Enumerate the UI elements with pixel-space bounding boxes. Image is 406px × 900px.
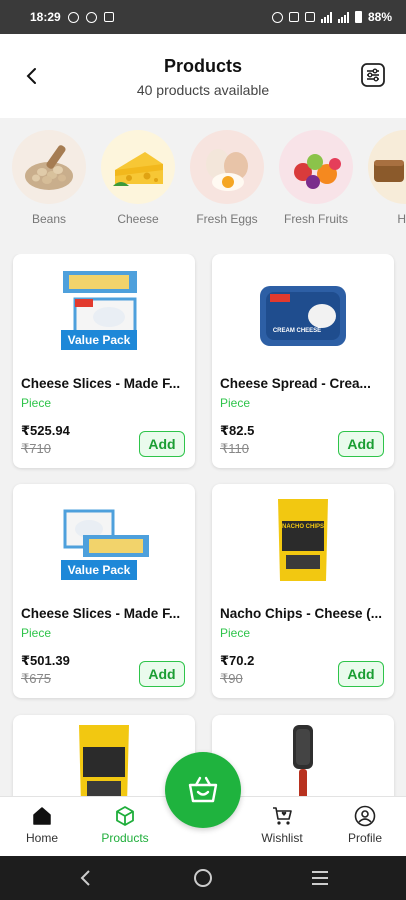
- system-menu-button[interactable]: [308, 866, 332, 890]
- box-icon: [116, 806, 134, 826]
- basket-icon: [188, 776, 218, 803]
- fruits-image: [279, 130, 353, 204]
- filter-icon: [361, 63, 385, 87]
- product-unit: Piece: [21, 626, 52, 640]
- add-button[interactable]: Add: [338, 661, 384, 687]
- signal-icon: [337, 11, 349, 23]
- header: Products 40 products available: [0, 34, 406, 118]
- filter-button[interactable]: [360, 62, 386, 88]
- call-icon: [288, 12, 299, 22]
- status-bar: 18:29 88%: [0, 0, 406, 34]
- package-label: CREAM CHEESE: [272, 328, 322, 334]
- battery-level: 88%: [367, 10, 392, 24]
- product-name: Cheese Slices - Made F...: [21, 376, 181, 391]
- beans-image: [12, 130, 86, 204]
- product-grid: Value Pack Cheese Slices - Made F... Pie…: [0, 254, 406, 796]
- category-fresh-eggs[interactable]: Fresh Eggs: [190, 130, 264, 240]
- category-label: Cheese: [117, 212, 159, 226]
- category-fresh-fruits[interactable]: Fresh Fruits: [279, 130, 353, 240]
- status-time: 18:29: [30, 10, 61, 24]
- user-icon: [354, 805, 376, 827]
- value-pack-badge: Value Pack: [61, 330, 137, 350]
- circle-icon: [194, 869, 212, 887]
- category-label: Ho: [397, 212, 406, 226]
- nav-label: Home: [25, 831, 58, 845]
- category-beans[interactable]: Beans: [12, 130, 86, 240]
- product-name: Cheese Spread - Crea...: [220, 376, 371, 391]
- eggs-image: [190, 130, 264, 204]
- category-label: Fresh Eggs: [196, 212, 258, 226]
- category-label: Fresh Fruits: [283, 212, 348, 226]
- signal-icon: [320, 11, 332, 23]
- nav-profile[interactable]: Profile: [325, 805, 405, 845]
- nav-products[interactable]: Products: [85, 805, 165, 845]
- page-subtitle: 40 products available: [136, 82, 270, 98]
- product-price: ₹70.2: [220, 653, 255, 668]
- add-button[interactable]: Add: [338, 431, 384, 457]
- product-unit: Piece: [220, 396, 251, 410]
- cheese-image: [101, 130, 175, 204]
- category-image: [368, 130, 406, 204]
- product-mrp: ₹110: [220, 441, 249, 456]
- nav-label: Products: [101, 831, 149, 845]
- whatsapp-icon: [67, 11, 79, 23]
- product-card[interactable]: Value Pack Cheese Slices - Made F... Pie…: [13, 254, 195, 468]
- product-mrp: ₹710: [21, 441, 51, 456]
- heart-cart-icon: [273, 807, 292, 825]
- product-unit: Piece: [21, 396, 52, 410]
- system-home-button[interactable]: [191, 866, 215, 890]
- shield-icon: [85, 11, 97, 23]
- package-label: NACHO CHIPS: [281, 524, 324, 530]
- product-unit: Piece: [220, 626, 251, 640]
- category-list: Beans Cheese Fresh Eggs Fresh Fruits H: [0, 130, 406, 240]
- product-price: ₹82.5: [220, 423, 255, 438]
- system-nav-bar: [0, 856, 406, 900]
- product-card[interactable]: Value Pack Cheese Slices - Made F... Pie…: [13, 484, 195, 698]
- notification-icon: [103, 12, 114, 22]
- product-price: ₹525.94: [21, 423, 70, 438]
- product-mrp: ₹675: [21, 671, 51, 686]
- page-title: Products: [163, 56, 242, 76]
- cart-fab-button[interactable]: [165, 752, 241, 828]
- product-mrp: ₹90: [220, 671, 243, 686]
- category-label: Beans: [31, 212, 67, 226]
- product-name: Cheese Slices - Made F...: [21, 606, 181, 621]
- value-pack-badge: Value Pack: [61, 560, 137, 580]
- product-card[interactable]: NACHO CHIPS Nacho Chips - Cheese (... Pi…: [212, 484, 394, 698]
- home-icon: [33, 807, 51, 825]
- product-price: ₹501.39: [21, 653, 70, 668]
- chevron-left-icon: [80, 870, 90, 886]
- battery-icon: [354, 11, 362, 23]
- product-name: Nacho Chips - Cheese (...: [220, 606, 383, 621]
- product-image: [212, 484, 394, 594]
- alarm-icon: [271, 11, 283, 23]
- menu-icon: [312, 871, 328, 885]
- nav-label: Wishlist: [261, 831, 303, 845]
- system-back-button[interactable]: [74, 866, 98, 890]
- product-image: [212, 254, 394, 364]
- nav-label: Profile: [347, 831, 382, 845]
- product-card[interactable]: CREAM CHEESE Cheese Spread - Crea... Pie…: [212, 254, 394, 468]
- add-button[interactable]: Add: [139, 431, 185, 457]
- category-ho[interactable]: Ho: [368, 130, 406, 240]
- add-button[interactable]: Add: [139, 661, 185, 687]
- nav-wishlist[interactable]: Wishlist: [242, 805, 322, 845]
- volte-icon: [304, 12, 315, 22]
- category-cheese[interactable]: Cheese: [101, 130, 175, 240]
- nav-home[interactable]: Home: [2, 805, 82, 845]
